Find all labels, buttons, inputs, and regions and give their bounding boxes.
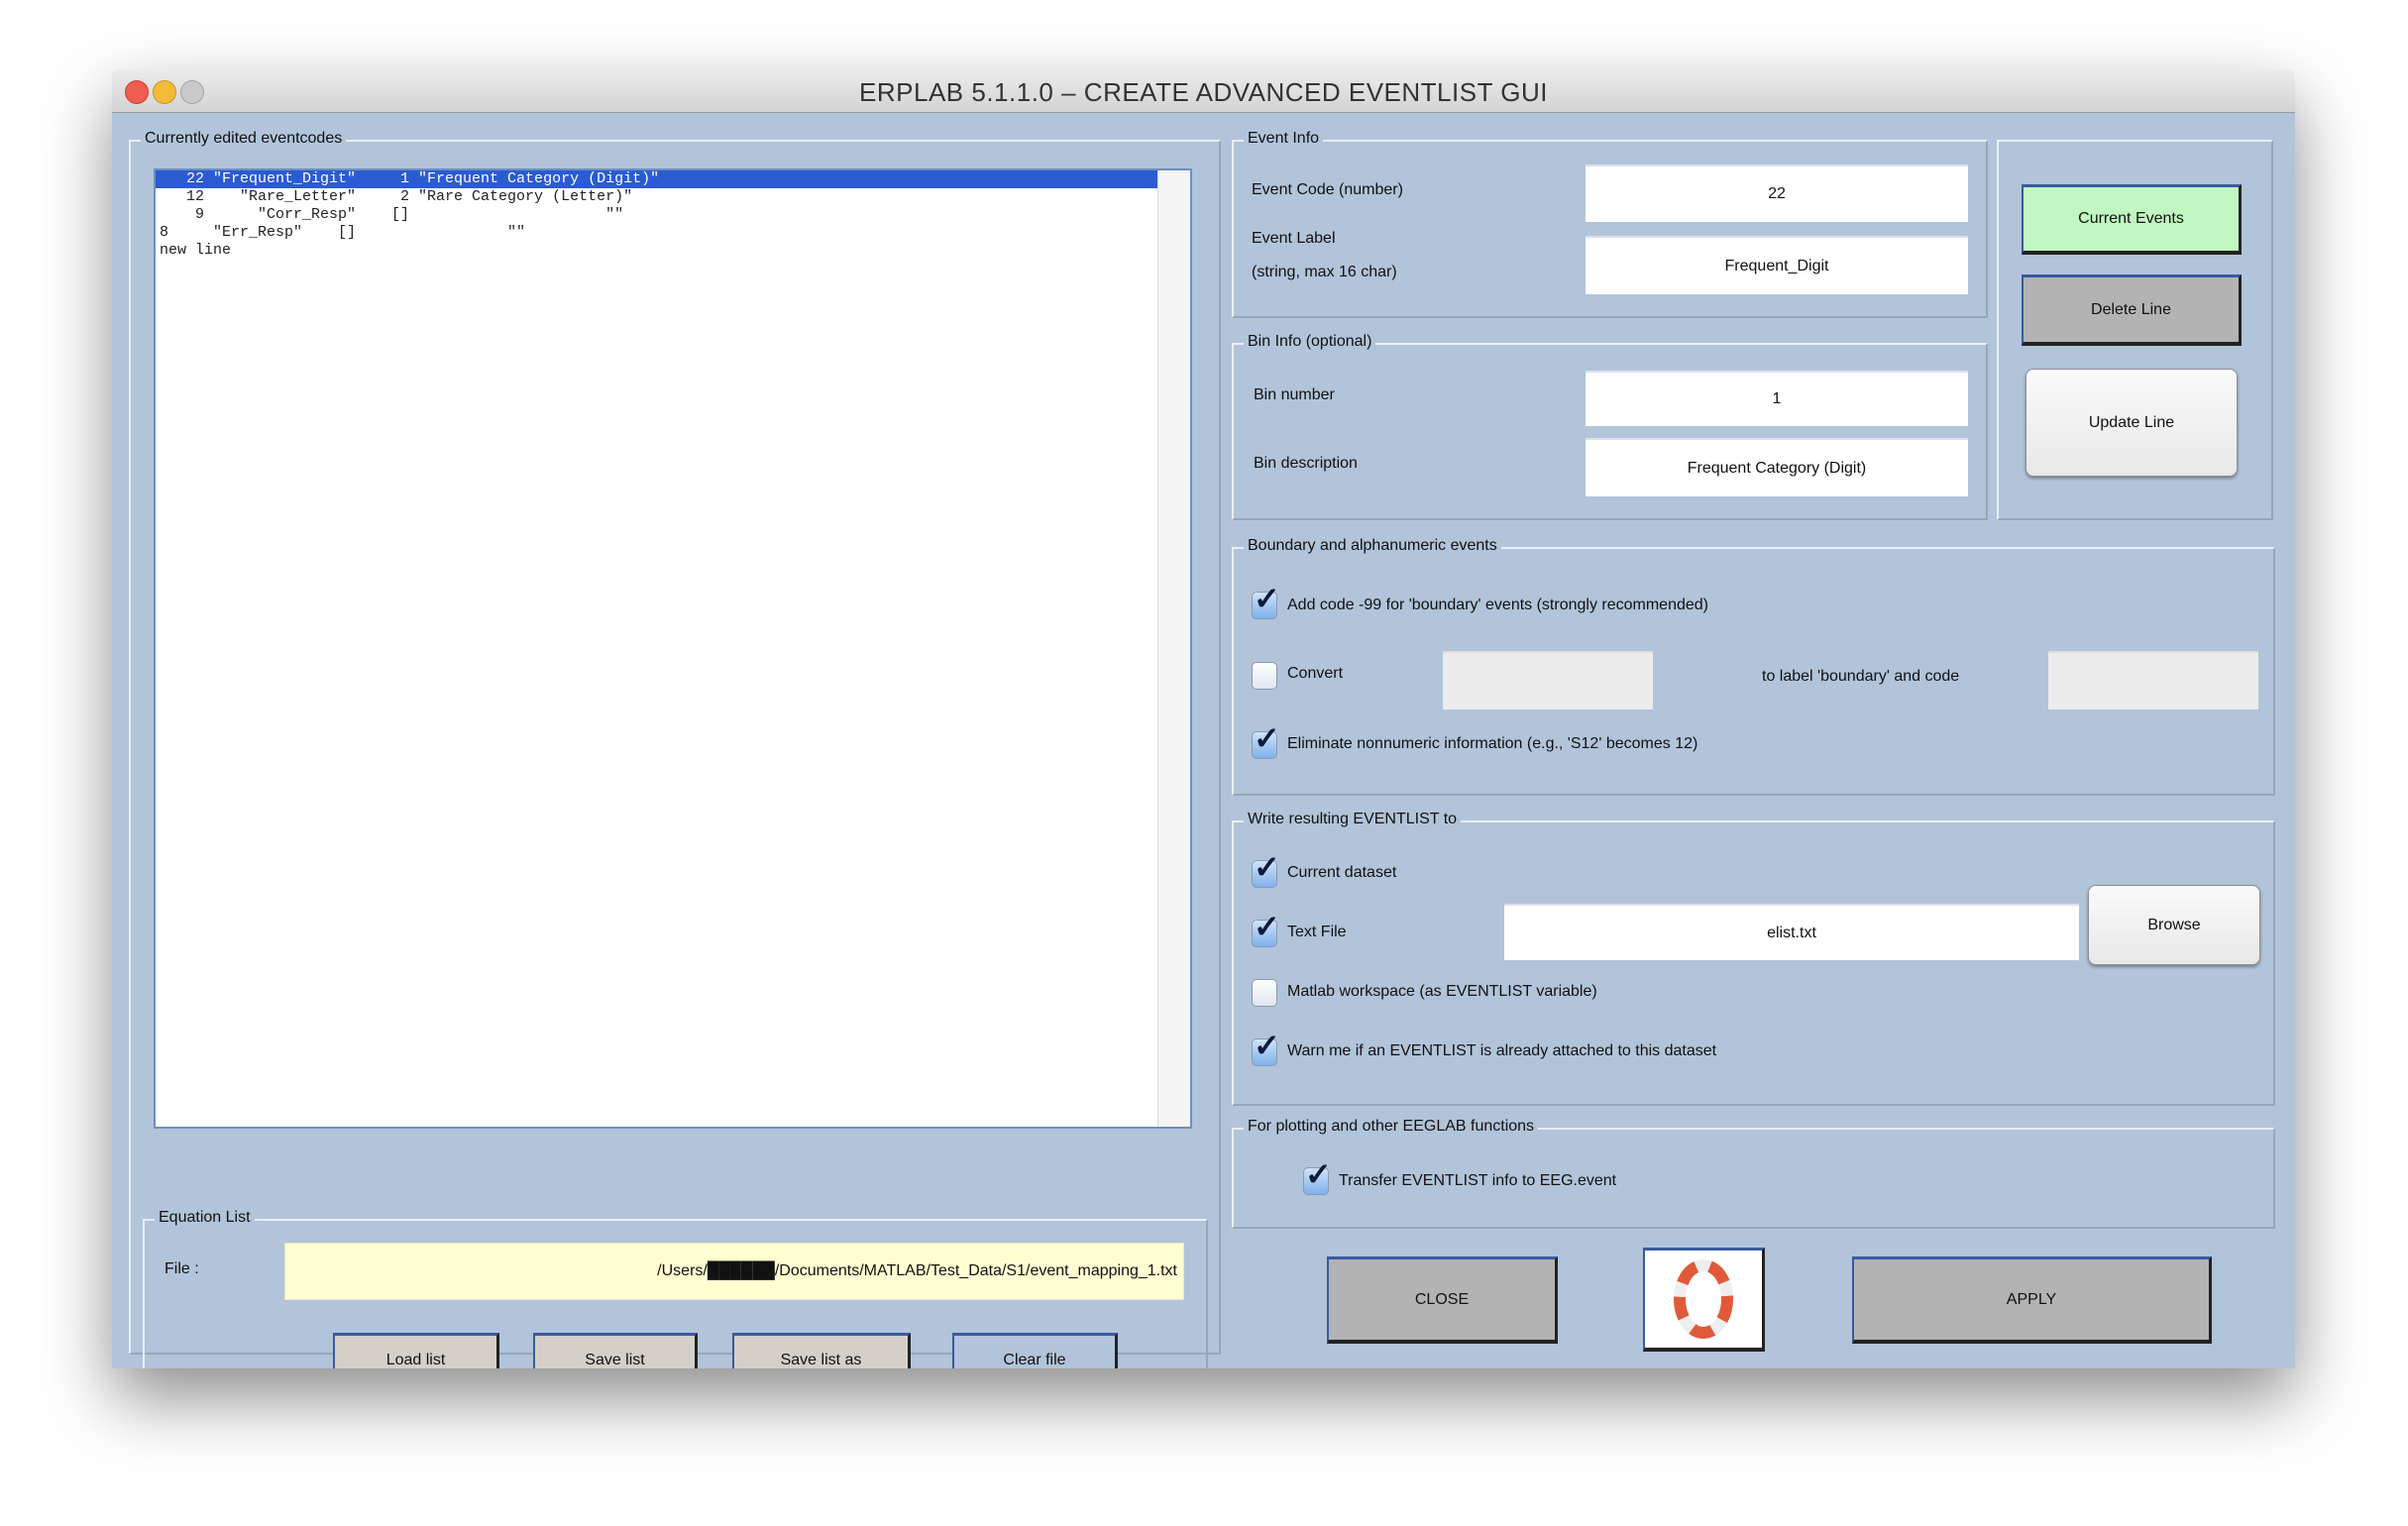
convert-label: Convert	[1287, 665, 1344, 682]
workspace-checkbox[interactable]	[1252, 979, 1277, 1007]
add-code-checkbox[interactable]: ✓	[1252, 583, 1280, 619]
checkmark-icon: ✓	[1254, 849, 1280, 885]
update-line-button[interactable]: Update Line	[2025, 369, 2238, 477]
equation-list-label: Equation List	[155, 1209, 255, 1227]
list-item[interactable]: 8 "Err_Resp" [] ""	[156, 224, 1190, 242]
event-info-label: Event Info	[1244, 130, 1324, 148]
save-list-button[interactable]: Save list	[533, 1333, 698, 1368]
checkmark-icon: ✓	[1254, 581, 1280, 616]
convert-checkbox[interactable]	[1252, 662, 1277, 690]
transfer-label: Transfer EVENTLIST info to EEG.event	[1339, 1172, 1617, 1189]
bin-info-label: Bin Info (optional)	[1244, 333, 1376, 351]
list-item[interactable]: 12 "Rare_Letter" 2 "Rare Category (Lette…	[156, 188, 1190, 206]
plotting-group-label: For plotting and other EEGLAB functions	[1244, 1118, 1539, 1136]
eliminate-checkbox[interactable]: ✓	[1252, 722, 1280, 759]
text-file-label: Text File	[1287, 924, 1347, 940]
event-label-field[interactable]: Frequent_Digit	[1586, 236, 1968, 294]
window-title: ERPLAB 5.1.1.0 – CREATE ADVANCED EVENTLI…	[859, 77, 1548, 107]
browse-button[interactable]: Browse	[2088, 885, 2260, 965]
list-item[interactable]: 9 "Corr_Resp" [] ""	[156, 206, 1190, 224]
equation-list-group: Equation List File : /Users/██████/Docum…	[143, 1209, 1208, 1368]
file-path-field[interactable]: /Users/██████/Documents/MATLAB/Test_Data…	[284, 1243, 1184, 1300]
bin-description-label: Bin description	[1254, 455, 1358, 472]
list-item[interactable]: new line	[156, 242, 1190, 260]
clear-file-button[interactable]: Clear file	[952, 1333, 1118, 1368]
write-group-label: Write resulting EVENTLIST to	[1244, 811, 1462, 828]
checkmark-icon: ✓	[1254, 720, 1280, 756]
eventcodes-group: Currently edited eventcodes 22 "Frequent…	[129, 130, 1221, 1368]
bin-number-field[interactable]: 1	[1586, 371, 1968, 426]
current-dataset-label: Current dataset	[1287, 864, 1397, 881]
text-file-input[interactable]: elist.txt	[1504, 904, 2079, 960]
boundary-group-label: Boundary and alphanumeric events	[1244, 537, 1501, 555]
checkmark-icon: ✓	[1305, 1156, 1332, 1192]
bin-description-field[interactable]: Frequent Category (Digit)	[1586, 438, 1968, 496]
plotting-group: For plotting and other EEGLAB functions …	[1232, 1118, 2275, 1229]
close-button[interactable]: CLOSE	[1327, 1256, 1558, 1344]
transfer-checkbox[interactable]: ✓	[1303, 1158, 1332, 1195]
file-label: File :	[164, 1260, 199, 1277]
lifebuoy-icon	[1674, 1259, 1733, 1339]
load-list-button[interactable]: Load list	[333, 1333, 499, 1368]
help-button[interactable]	[1643, 1248, 1765, 1352]
erplab-window: ERPLAB 5.1.1.0 – CREATE ADVANCED EVENTLI…	[112, 69, 2295, 1368]
listbox-scrollbar[interactable]	[1157, 170, 1190, 1127]
event-label-hint: (string, max 16 char)	[1252, 264, 1397, 280]
warn-checkbox[interactable]: ✓	[1252, 1030, 1280, 1066]
warn-label: Warn me if an EVENTLIST is already attac…	[1287, 1042, 1717, 1059]
event-code-label: Event Code (number)	[1252, 181, 1403, 198]
checkmark-icon: ✓	[1254, 909, 1280, 944]
write-eventlist-group: Write resulting EVENTLIST to ✓ Current d…	[1232, 811, 2275, 1106]
to-label-text: to label 'boundary' and code	[1762, 668, 1960, 685]
bin-number-label: Bin number	[1254, 386, 1335, 403]
event-info-group: Event Info Event Code (number) 22 Event …	[1232, 130, 1988, 318]
apply-button[interactable]: APPLY	[1852, 1256, 2212, 1344]
save-list-as-button[interactable]: Save list as	[732, 1333, 911, 1368]
current-dataset-checkbox[interactable]: ✓	[1252, 851, 1280, 888]
boundary-group: Boundary and alphanumeric events ✓ Add c…	[1232, 537, 2275, 796]
text-file-checkbox[interactable]: ✓	[1252, 911, 1280, 947]
convert-input[interactable]	[1443, 651, 1653, 709]
eliminate-label: Eliminate nonnumeric information (e.g., …	[1287, 735, 1698, 752]
eventcodes-group-label: Currently edited eventcodes	[141, 130, 347, 148]
eventcodes-listbox[interactable]: 22 "Frequent_Digit" 1 "Frequent Category…	[154, 168, 1192, 1129]
delete-line-button[interactable]: Delete Line	[2022, 274, 2242, 346]
workspace-label: Matlab workspace (as EVENTLIST variable)	[1287, 983, 1597, 1000]
boundary-code-input[interactable]	[2048, 651, 2258, 709]
event-label-label: Event Label	[1252, 230, 1336, 247]
list-item[interactable]: 22 "Frequent_Digit" 1 "Frequent Category…	[156, 170, 1158, 188]
line-actions-group: Current Events Delete Line Update Line	[1997, 140, 2273, 520]
bin-info-group: Bin Info (optional) Bin number 1 Bin des…	[1232, 333, 1988, 520]
title-bar: ERPLAB 5.1.1.0 – CREATE ADVANCED EVENTLI…	[112, 69, 2295, 113]
checkmark-icon: ✓	[1254, 1028, 1280, 1063]
add-code-label: Add code -99 for 'boundary' events (stro…	[1287, 597, 1708, 613]
event-code-field[interactable]: 22	[1586, 164, 1968, 222]
current-events-button[interactable]: Current Events	[2022, 184, 2242, 255]
